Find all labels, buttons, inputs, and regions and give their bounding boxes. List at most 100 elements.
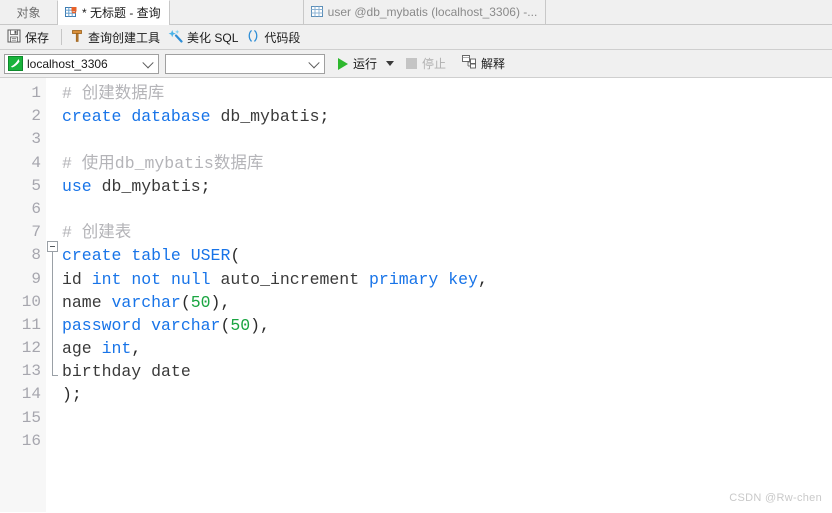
code-text-area[interactable]: # 创建数据库 create database db_mybatis; # 使用d… <box>60 78 832 512</box>
code-line: use db_mybatis; <box>62 175 832 198</box>
line-number: 5 <box>31 176 41 195</box>
snippet-button[interactable]: 代码段 <box>244 27 306 48</box>
connection-toolbar: localhost_3306 运行 停止 解释 <box>0 50 832 78</box>
chevron-down-icon <box>142 56 154 68</box>
explain-plan-icon <box>462 55 478 72</box>
sidebar-tab-objects-label: 对象 <box>16 5 41 20</box>
explain-button-label: 解释 <box>481 57 506 71</box>
code-token: not <box>131 269 162 289</box>
connection-select[interactable]: localhost_3306 <box>4 53 159 74</box>
line-number: 2 <box>31 107 41 126</box>
sparkle-wand-icon <box>168 29 183 46</box>
fold-collapse-icon[interactable] <box>47 241 58 252</box>
code-line: create database db_mybatis; <box>62 105 832 128</box>
code-token: # 创建数据库 <box>62 84 165 103</box>
tab-untitled-query[interactable]: * 无标题 - 查询 <box>57 0 170 25</box>
code-token: 50 <box>190 292 211 312</box>
code-token: ; <box>319 107 330 127</box>
code-line: # 创建数据库 <box>62 82 832 105</box>
tab-user-table[interactable]: user @db_mybatis (localhost_3306) -... <box>302 0 547 24</box>
code-token: ), <box>250 315 270 335</box>
code-token: ( <box>230 246 241 266</box>
code-token: primary <box>369 269 439 289</box>
line-number: 4 <box>31 153 41 172</box>
sidebar-tab-objects[interactable]: 对象 <box>0 0 57 24</box>
code-fold-column[interactable] <box>46 78 60 512</box>
code-token: ( <box>220 315 231 335</box>
play-triangle-icon <box>338 57 348 70</box>
beautify-sql-button[interactable]: 美化 SQL <box>166 27 244 48</box>
save-button[interactable]: 保存 <box>5 27 55 48</box>
code-token: null <box>170 269 211 289</box>
query-builder-button[interactable]: 查询创建工具 <box>68 27 166 48</box>
fold-guide-end <box>52 375 58 376</box>
line-number: 13 <box>21 362 41 381</box>
builder-tool-icon <box>70 29 84 46</box>
code-line: # 创建表 <box>62 221 832 244</box>
code-token: ( <box>180 292 191 312</box>
stop-button-label: 停止 <box>422 57 447 71</box>
code-token: create <box>62 107 122 127</box>
save-disk-icon <box>7 29 21 46</box>
code-token: id <box>62 269 92 289</box>
code-token: create <box>62 246 122 266</box>
stop-button[interactable]: 停止 <box>402 53 450 75</box>
execution-controls: 运行 停止 解释 <box>335 53 509 75</box>
code-token: # 创建表 <box>62 223 132 243</box>
code-token: , <box>477 269 488 289</box>
chevron-down-icon <box>308 56 320 68</box>
code-token: ; <box>200 176 211 196</box>
explain-button[interactable]: 解释 <box>458 53 509 75</box>
grid-icon <box>310 6 324 18</box>
code-token: db_mybatis <box>220 107 320 127</box>
code-line: # 使用db_mybatis数据库 <box>62 152 832 175</box>
code-token: use <box>62 176 92 196</box>
watermark: CSDN @Rw-chen <box>729 492 822 504</box>
tab-bar-filler <box>546 0 832 24</box>
database-select[interactable] <box>165 53 325 74</box>
line-number: 8 <box>31 246 41 265</box>
code-token: varchar <box>111 292 181 312</box>
code-line: password varchar(50), <box>62 314 832 337</box>
grid-icon <box>65 6 78 19</box>
code-line: name varchar(50), <box>62 291 832 314</box>
parentheses-icon <box>246 29 260 46</box>
connection-select-value: localhost_3306 <box>27 56 108 71</box>
run-button[interactable]: 运行 <box>335 53 380 75</box>
code-token: # 使用db_mybatis数据库 <box>62 153 264 173</box>
line-number-gutter: 1 2 3 4 5 6 7 8 9 10 11 12 13 14 15 16 <box>0 78 46 512</box>
code-token: birthday <box>62 362 152 382</box>
tab-bar-gap <box>169 0 303 24</box>
caret-down-icon[interactable] <box>386 61 395 66</box>
code-token: auto_increment <box>210 269 370 289</box>
code-token: ); <box>62 385 82 405</box>
code-token: database <box>131 107 211 127</box>
run-button-label: 运行 <box>353 57 378 71</box>
line-number: 10 <box>21 292 41 311</box>
code-token: age <box>62 339 102 359</box>
code-token: 50 <box>230 315 251 335</box>
code-line: age int, <box>62 337 832 360</box>
code-token: db_mybatis <box>101 176 201 196</box>
code-token: USER <box>190 246 231 266</box>
save-button-label: 保存 <box>25 30 50 45</box>
code-token: name <box>62 292 102 312</box>
code-token: key <box>448 269 478 289</box>
tab-user-table-label: user @db_mybatis (localhost_3306) -... <box>327 5 538 19</box>
sql-editor[interactable]: 1 2 3 4 5 6 7 8 9 10 11 12 13 14 15 16 # 创建数据库 create da… <box>0 78 832 512</box>
snippet-button-label: 代码段 <box>264 30 301 45</box>
line-number: 3 <box>31 130 41 149</box>
query-toolbar: 保存 查询创建工具 美化 SQL 代码段 <box>0 25 832 50</box>
code-line: ); <box>62 383 832 406</box>
toolbar-separator <box>61 29 63 45</box>
line-number: 12 <box>21 339 41 358</box>
